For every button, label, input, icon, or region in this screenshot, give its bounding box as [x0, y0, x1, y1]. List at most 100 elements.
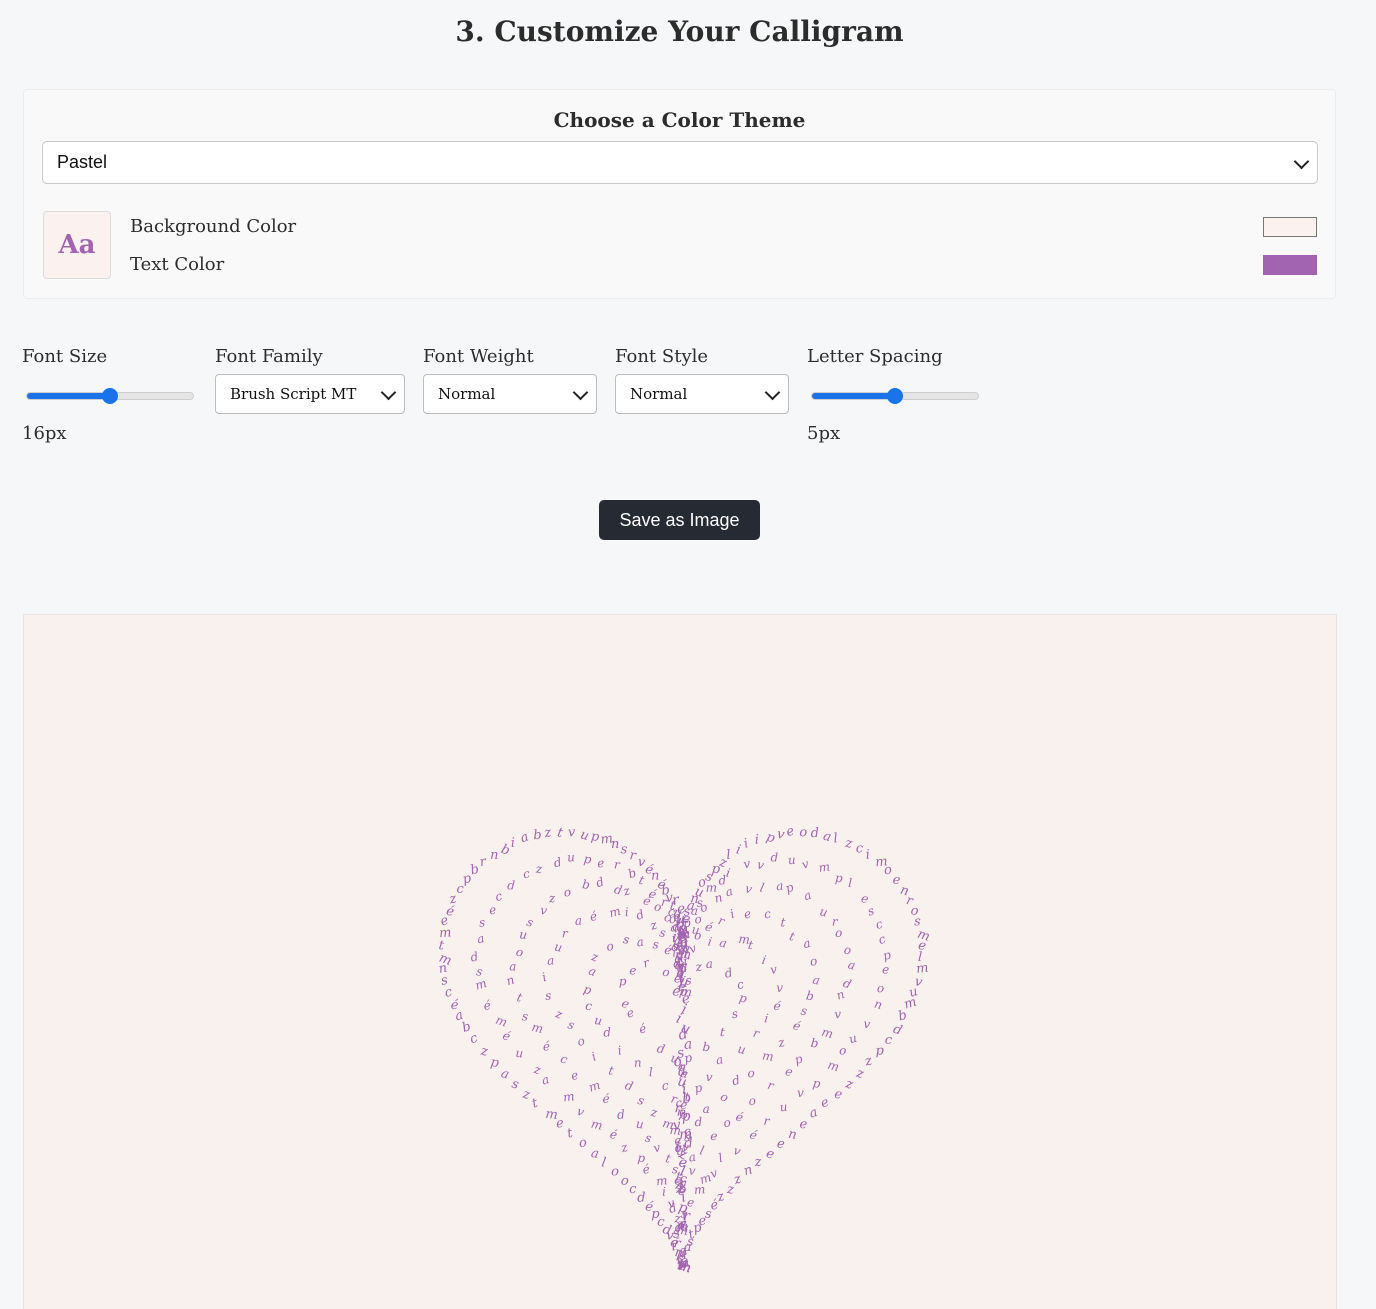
heart-glyph: d: [656, 1041, 667, 1057]
color-theme-selected-value: Pastel: [57, 152, 108, 172]
heart-glyph: t: [719, 1025, 725, 1039]
letter-spacing-slider[interactable]: [809, 386, 981, 406]
heart-glyph: m: [706, 881, 718, 895]
heart-glyph: i: [763, 1011, 769, 1025]
heart-glyph: é: [748, 1127, 759, 1142]
color-theme-select[interactable]: Pastel: [42, 141, 1318, 184]
heart-glyph: r: [641, 955, 652, 970]
heart-glyph: b: [533, 828, 542, 843]
heart-glyph: m: [655, 1173, 668, 1188]
heart-glyph: i: [725, 866, 732, 881]
heart-glyph: p: [583, 852, 593, 867]
heart-glyph: a: [705, 957, 713, 971]
heart-glyph: l: [600, 1155, 607, 1170]
heart-glyph: i: [510, 836, 515, 851]
font-size-slider[interactable]: [24, 386, 196, 406]
heart-glyph: z: [553, 1006, 565, 1022]
heart-glyph: z: [843, 1076, 855, 1093]
heart-glyph: é: [501, 1028, 512, 1044]
heart-glyph: r: [614, 857, 622, 871]
heart-glyph: a: [499, 1066, 511, 1083]
heart-glyph: z: [854, 1066, 866, 1083]
slider-fill: [812, 393, 895, 399]
heart-glyph: s: [622, 932, 631, 947]
heart-glyph: d: [623, 1078, 635, 1094]
heart-glyph: é: [791, 1018, 802, 1033]
heart-glyph: u: [736, 1042, 746, 1057]
heart-glyph: b: [810, 1036, 819, 1051]
heart-glyph: o: [835, 926, 842, 940]
heart-glyph: z: [520, 1087, 531, 1103]
heart-glyph: z: [649, 1105, 659, 1120]
heart-glyph: n: [633, 1055, 642, 1070]
heart-glyph: z: [776, 1035, 787, 1051]
heart-glyph: t: [566, 1126, 575, 1142]
heart-glyph: z: [542, 825, 553, 841]
heart-glyph: a: [590, 1146, 600, 1162]
heart-glyph: i: [728, 907, 736, 922]
heart-glyph: b: [702, 1040, 711, 1055]
heart-glyph: d: [723, 965, 734, 980]
heart-glyph: l: [698, 1143, 705, 1158]
save-as-image-button[interactable]: Save as Image: [599, 500, 760, 540]
heart-glyph: d: [637, 1190, 646, 1205]
letter-spacing-value: 5px: [807, 423, 841, 444]
heart-glyph: d: [507, 878, 516, 893]
font-style-select[interactable]: Normal: [615, 374, 789, 414]
heart-glyph: é: [482, 998, 491, 1013]
heart-glyph: d: [891, 1022, 904, 1039]
font-weight-select[interactable]: Normal: [423, 374, 597, 414]
heart-glyph: d: [634, 907, 646, 923]
heart-glyph: u: [553, 940, 563, 955]
background-color-picker[interactable]: [1263, 217, 1317, 237]
slider-thumb[interactable]: [887, 388, 903, 404]
heart-glyph: d: [810, 826, 819, 841]
theme-preview-swatch: Aa: [43, 211, 111, 279]
heart-glyph: s: [636, 1093, 646, 1108]
heart-glyph: i: [590, 1049, 599, 1064]
heart-glyph: o: [877, 981, 885, 995]
heart-glyph: m: [693, 1182, 705, 1197]
heart-glyph: v: [863, 1017, 871, 1032]
heart-glyph: e: [882, 962, 890, 976]
heart-glyph: n: [505, 973, 517, 989]
heart-glyph: s: [659, 925, 667, 940]
heart-glyph: c: [763, 907, 772, 922]
heart-glyph: d: [552, 855, 563, 870]
text-color-picker[interactable]: [1263, 255, 1317, 275]
heart-glyph: p: [875, 1043, 885, 1058]
heart-glyph: l: [726, 848, 731, 863]
heart-glyph: v: [652, 1140, 662, 1155]
heart-glyph: s: [510, 1077, 521, 1093]
heart-glyph: r: [479, 854, 488, 870]
heart-glyph: é: [602, 1092, 610, 1106]
heart-glyph: p: [489, 1055, 500, 1071]
chevron-down-icon: [764, 384, 781, 401]
font-weight-label: Font Weight: [423, 346, 534, 367]
heart-glyph: o: [722, 1115, 731, 1130]
heart-glyph: v: [797, 1086, 804, 1100]
heart-glyph: e: [488, 903, 497, 918]
font-size-value: 16px: [22, 423, 67, 444]
heart-glyph: o: [661, 965, 670, 980]
heart-glyph: o: [799, 825, 808, 840]
heart-glyph: z: [620, 883, 632, 899]
heart-glyph: s: [478, 915, 485, 929]
slider-thumb[interactable]: [102, 388, 118, 404]
heart-glyph: p: [834, 871, 843, 886]
heart-icon: zdotoresanuospzl i i i p ve o d a l z c i moenrosmelm…: [437, 823, 932, 1276]
heart-glyph: d: [594, 874, 606, 890]
font-family-select[interactable]: Brush Script MT: [215, 374, 405, 414]
font-family-label: Font Family: [215, 346, 323, 367]
heart-glyph: r: [763, 1114, 771, 1129]
heart-glyph: é: [772, 998, 781, 1013]
heart-glyph: c: [884, 1033, 893, 1049]
heart-glyph: o: [578, 1135, 588, 1151]
heart-glyph: a: [821, 829, 833, 846]
heart-glyph: t: [607, 1063, 615, 1078]
heart-glyph: a: [802, 936, 812, 951]
heart-glyph: i: [617, 1043, 623, 1057]
heart-glyph: o: [883, 863, 893, 879]
heart-glyph: u: [787, 853, 796, 868]
heart-glyph: t: [515, 990, 524, 1005]
